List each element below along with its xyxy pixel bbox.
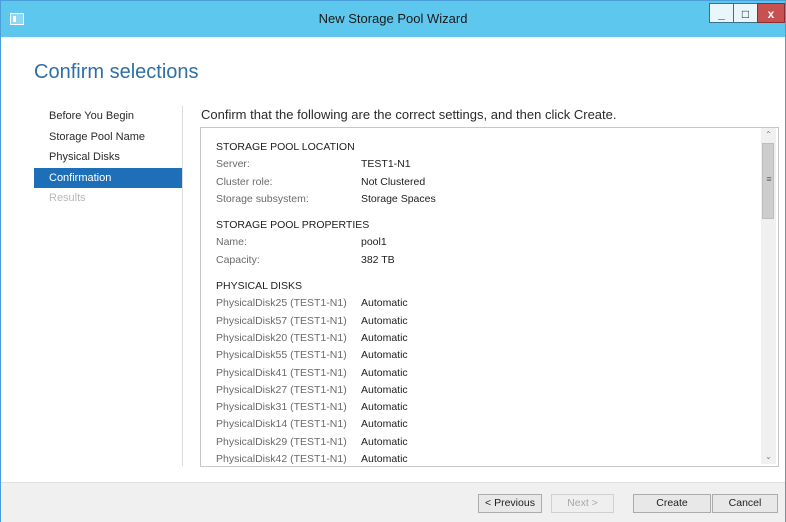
disk-row: PhysicalDisk25 (TEST1-N1) Automatic [216, 295, 756, 312]
section-header-properties: STORAGE POOL PROPERTIES [216, 219, 370, 232]
nav-item-storage-pool-name[interactable]: Storage Pool Name [34, 127, 182, 148]
scroll-down-icon[interactable]: ⌄ [761, 450, 776, 464]
minimize-button[interactable]: _ [709, 3, 734, 23]
wizard-nav: Before You Begin Storage Pool Name Physi… [34, 106, 182, 209]
disk-allocation: Automatic [361, 331, 408, 344]
disk-name: PhysicalDisk20 (TEST1-N1) [216, 331, 347, 344]
disk-allocation: Automatic [361, 314, 408, 327]
disk-name: PhysicalDisk55 (TEST1-N1) [216, 349, 347, 362]
settings-row: Cluster role: Not Clustered [216, 174, 756, 191]
disk-name: PhysicalDisk27 (TEST1-N1) [216, 383, 347, 396]
cancel-button[interactable]: Cancel [712, 494, 778, 513]
row-value: TEST1-N1 [361, 158, 411, 171]
disk-name: PhysicalDisk25 (TEST1-N1) [216, 297, 347, 310]
disk-allocation: Automatic [361, 401, 408, 414]
row-value: Storage Spaces [361, 192, 436, 205]
disk-row: PhysicalDisk57 (TEST1-N1) Automatic [216, 313, 756, 330]
disk-row: PhysicalDisk14 (TEST1-N1) Automatic [216, 416, 756, 433]
nav-item-results: Results [49, 192, 86, 204]
previous-button[interactable]: < Previous [478, 494, 542, 513]
disk-row: PhysicalDisk42 (TEST1-N1) Automatic [216, 451, 756, 466]
nav-item-confirmation[interactable]: Confirmation [34, 167, 182, 188]
row-value: 382 TB [361, 253, 395, 266]
close-button[interactable]: x [757, 3, 785, 23]
maximize-button[interactable]: □ [733, 3, 758, 23]
create-button[interactable]: Create [633, 494, 711, 513]
title-bar[interactable]: New Storage Pool Wizard _ □ x [1, 1, 785, 37]
section-header-disks: PHYSICAL DISKS [216, 280, 302, 293]
disk-name: PhysicalDisk57 (TEST1-N1) [216, 314, 347, 327]
window-title: New Storage Pool Wizard [318, 11, 468, 26]
row-value: Not Clustered [361, 175, 426, 188]
disk-name: PhysicalDisk31 (TEST1-N1) [216, 401, 347, 414]
row-label: Capacity: [216, 253, 260, 266]
settings-row: Server: TEST1-N1 [216, 156, 756, 173]
confirm-heading: Confirm that the following are the corre… [201, 107, 617, 122]
disk-name: PhysicalDisk14 (TEST1-N1) [216, 418, 347, 431]
disk-allocation: Automatic [361, 366, 408, 379]
row-label: Name: [216, 236, 247, 249]
section-header-location: STORAGE POOL LOCATION [216, 141, 355, 153]
disk-row: PhysicalDisk27 (TEST1-N1) Automatic [216, 382, 756, 399]
disk-name: PhysicalDisk41 (TEST1-N1) [216, 366, 347, 379]
disk-allocation: Automatic [361, 383, 408, 396]
settings-row: Name: pool1 [216, 234, 756, 251]
settings-content: STORAGE POOL LOCATION Server: TEST1-N1 C… [216, 139, 756, 466]
next-button: Next > [551, 494, 614, 513]
grip-icon: ≡ [766, 174, 772, 184]
disk-row: PhysicalDisk20 (TEST1-N1) Automatic [216, 330, 756, 347]
disk-allocation: Automatic [361, 297, 408, 310]
scroll-up-icon[interactable]: ⌃ [761, 128, 776, 142]
row-value: pool1 [361, 236, 387, 249]
nav-item-physical-disks[interactable]: Physical Disks [34, 147, 182, 168]
disk-row: PhysicalDisk55 (TEST1-N1) Automatic [216, 347, 756, 364]
row-label: Server: [216, 158, 250, 171]
disk-name: PhysicalDisk42 (TEST1-N1) [216, 453, 347, 466]
disk-allocation: Automatic [361, 418, 408, 431]
disk-row: PhysicalDisk29 (TEST1-N1) Automatic [216, 434, 756, 451]
scroll-thumb[interactable]: ≡ [762, 143, 774, 219]
disk-row: PhysicalDisk41 (TEST1-N1) Automatic [216, 365, 756, 382]
settings-row: Storage subsystem: Storage Spaces [216, 191, 756, 208]
disk-allocation: Automatic [361, 453, 408, 466]
row-label: Cluster role: [216, 175, 273, 188]
settings-panel: STORAGE POOL LOCATION Server: TEST1-N1 C… [200, 127, 779, 467]
disk-allocation: Automatic [361, 349, 408, 362]
wizard-window: New Storage Pool Wizard _ □ x Confirm se… [0, 0, 786, 522]
row-label: Storage subsystem: [216, 192, 309, 205]
settings-scrollbar[interactable]: ⌃ ≡ ⌄ [761, 128, 776, 464]
nav-item-before-you-begin[interactable]: Before You Begin [34, 106, 182, 127]
settings-row: Capacity: 382 TB [216, 252, 756, 269]
disk-name: PhysicalDisk29 (TEST1-N1) [216, 435, 347, 448]
disk-allocation: Automatic [361, 435, 408, 448]
nav-divider [182, 106, 183, 466]
disk-row: PhysicalDisk31 (TEST1-N1) Automatic [216, 399, 756, 416]
page-title: Confirm selections [34, 61, 199, 83]
